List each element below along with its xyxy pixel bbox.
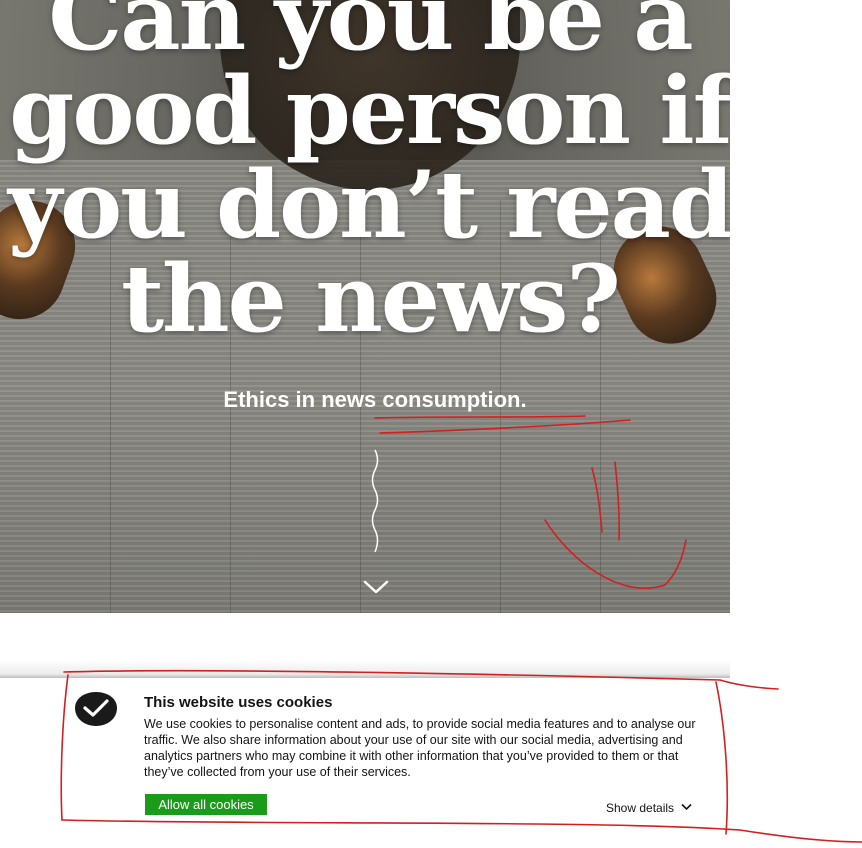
cookie-description: We use cookies to personalise content an…: [144, 717, 696, 779]
hero-section: Can you be a good person if you don’t re…: [0, 0, 730, 613]
hero-headline: Can you be a good person if you don’t re…: [8, 0, 730, 353]
chevron-down-icon[interactable]: [681, 803, 692, 811]
checkmark-badge-icon: [75, 692, 117, 726]
show-details-link[interactable]: Show details: [606, 801, 674, 815]
cookie-title: This website uses cookies: [144, 694, 333, 711]
allow-all-cookies-button[interactable]: Allow all cookies: [145, 794, 267, 815]
hero-subtitle: Ethics in news consumption.: [223, 387, 527, 412]
banner-shadow: [0, 660, 730, 680]
chevron-down-icon[interactable]: [362, 578, 390, 596]
scroll-wave-line: [371, 449, 379, 553]
